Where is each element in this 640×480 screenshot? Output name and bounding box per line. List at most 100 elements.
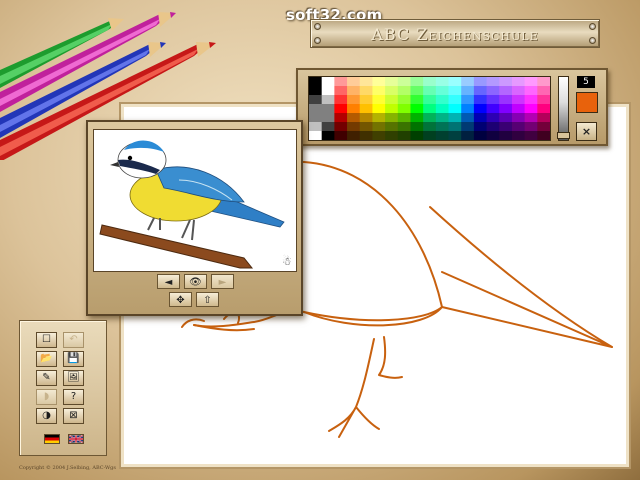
color-swatch[interactable] xyxy=(397,77,411,87)
color-swatch[interactable] xyxy=(435,104,450,114)
picture-button[interactable]: 🖼 xyxy=(63,370,84,386)
color-swatch[interactable] xyxy=(334,86,348,96)
color-swatch[interactable] xyxy=(448,104,462,114)
color-swatch[interactable] xyxy=(524,104,538,114)
color-swatch[interactable] xyxy=(499,95,513,105)
color-swatches[interactable] xyxy=(309,77,550,140)
color-swatch[interactable] xyxy=(499,104,513,114)
color-swatch[interactable] xyxy=(524,113,538,123)
color-swatch[interactable] xyxy=(448,86,462,96)
new-page-button[interactable]: ☐ xyxy=(36,332,57,348)
color-swatch[interactable] xyxy=(511,122,526,132)
color-swatch[interactable] xyxy=(385,131,399,140)
color-swatch[interactable] xyxy=(334,122,348,132)
color-swatch[interactable] xyxy=(524,122,538,132)
exit-button[interactable]: ⊠ xyxy=(63,408,84,424)
color-swatch[interactable] xyxy=(309,77,323,87)
color-swatch[interactable] xyxy=(334,95,348,105)
previous-template-button[interactable]: ◄ xyxy=(157,274,180,289)
color-swatch[interactable] xyxy=(321,113,335,123)
color-swatch[interactable] xyxy=(347,104,361,114)
color-swatch[interactable] xyxy=(397,95,411,105)
brightness-slider-thumb[interactable] xyxy=(557,132,570,139)
color-swatch[interactable] xyxy=(511,95,526,105)
hint-icon[interactable]: ☃ xyxy=(282,255,292,268)
color-swatch[interactable] xyxy=(397,122,411,132)
color-swatch[interactable] xyxy=(372,86,386,96)
color-swatch[interactable] xyxy=(397,104,411,114)
color-swatch[interactable] xyxy=(448,95,462,105)
color-swatch[interactable] xyxy=(461,86,475,96)
color-swatch[interactable] xyxy=(486,113,500,123)
color-swatch[interactable] xyxy=(461,104,475,114)
color-swatch[interactable] xyxy=(448,122,462,132)
color-swatch[interactable] xyxy=(537,104,550,114)
color-swatch[interactable] xyxy=(347,77,361,87)
move-window-button[interactable]: ✥ xyxy=(169,292,192,307)
color-swatch[interactable] xyxy=(334,131,348,140)
save-button[interactable]: 💾 xyxy=(63,351,84,367)
color-swatch[interactable] xyxy=(461,122,475,132)
color-swatch[interactable] xyxy=(359,86,373,96)
color-swatch[interactable] xyxy=(385,95,399,105)
color-swatch[interactable] xyxy=(486,95,500,105)
color-swatch[interactable] xyxy=(321,86,335,96)
color-swatch[interactable] xyxy=(473,104,488,114)
color-swatch[interactable] xyxy=(385,86,399,96)
color-swatch[interactable] xyxy=(359,104,373,114)
color-swatch[interactable] xyxy=(486,122,500,132)
color-swatch[interactable] xyxy=(423,77,437,87)
color-swatch[interactable] xyxy=(334,113,348,123)
color-swatch[interactable] xyxy=(499,77,513,87)
color-swatch[interactable] xyxy=(397,113,411,123)
color-swatch[interactable] xyxy=(524,131,538,140)
color-swatch[interactable] xyxy=(537,122,550,132)
template-window[interactable]: ☃ ◄ 👁 ► ✥ ⇧ xyxy=(86,120,303,316)
color-swatch[interactable] xyxy=(461,77,475,87)
open-folder-button[interactable]: 📂 xyxy=(36,351,57,367)
color-swatch[interactable] xyxy=(372,77,386,87)
color-swatch[interactable] xyxy=(334,77,348,87)
color-swatch[interactable] xyxy=(359,131,373,140)
color-swatch[interactable] xyxy=(321,131,335,140)
color-swatch[interactable] xyxy=(435,86,450,96)
undo-button[interactable]: ↶ xyxy=(63,332,84,348)
color-swatch[interactable] xyxy=(334,104,348,114)
color-swatch[interactable] xyxy=(347,113,361,123)
color-swatch[interactable] xyxy=(486,86,500,96)
color-swatch[interactable] xyxy=(321,122,335,132)
pencil-tool-button[interactable]: ✎ xyxy=(36,370,57,386)
color-swatch[interactable] xyxy=(511,131,526,140)
color-swatch[interactable] xyxy=(461,113,475,123)
color-picker-button[interactable]: ◑ xyxy=(36,408,57,424)
color-swatch[interactable] xyxy=(321,95,335,105)
color-swatch[interactable] xyxy=(309,95,323,105)
color-swatch[interactable] xyxy=(410,122,424,132)
color-swatch[interactable] xyxy=(423,113,437,123)
color-swatch[interactable] xyxy=(448,77,462,87)
color-swatch[interactable] xyxy=(410,104,424,114)
view-template-button[interactable]: 👁 xyxy=(184,274,207,289)
color-swatch[interactable] xyxy=(537,86,550,96)
color-swatch[interactable] xyxy=(473,86,488,96)
color-swatch[interactable] xyxy=(524,77,538,87)
color-swatch[interactable] xyxy=(423,104,437,114)
color-swatch[interactable] xyxy=(410,77,424,87)
color-swatch[interactable] xyxy=(511,77,526,87)
color-swatch[interactable] xyxy=(499,86,513,96)
color-swatch[interactable] xyxy=(537,77,550,87)
color-swatch[interactable] xyxy=(524,95,538,105)
color-swatch[interactable] xyxy=(499,113,513,123)
color-swatch[interactable] xyxy=(372,104,386,114)
color-swatch[interactable] xyxy=(372,113,386,123)
color-swatch[interactable] xyxy=(423,122,437,132)
next-template-button[interactable]: ► xyxy=(211,274,234,289)
german-flag-icon[interactable] xyxy=(44,434,60,444)
color-swatch[interactable] xyxy=(347,86,361,96)
color-swatch[interactable] xyxy=(423,95,437,105)
color-swatch[interactable] xyxy=(461,95,475,105)
color-swatch[interactable] xyxy=(461,131,475,140)
color-swatch[interactable] xyxy=(309,131,323,140)
color-swatch[interactable] xyxy=(309,86,323,96)
color-swatch[interactable] xyxy=(410,86,424,96)
